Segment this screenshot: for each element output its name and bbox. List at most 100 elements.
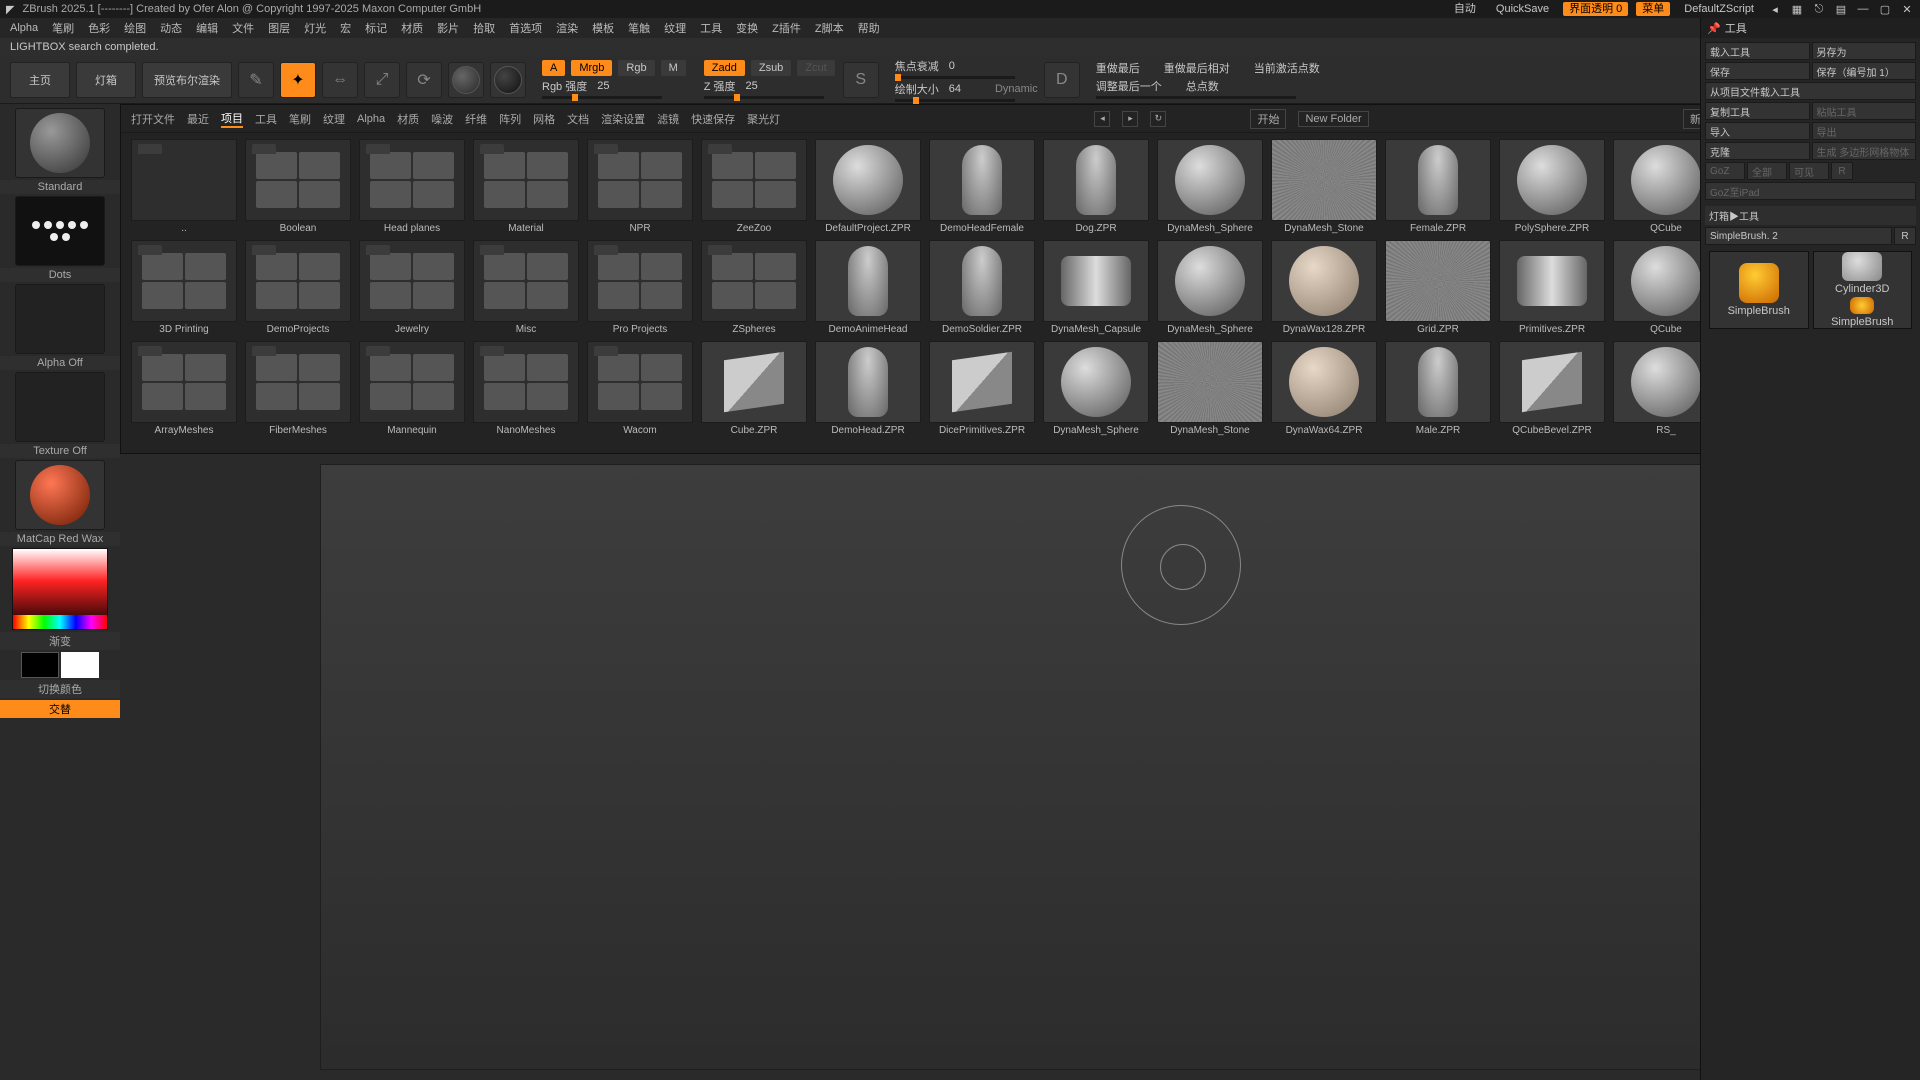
lb-item[interactable]: DynaMesh_Sphere: [1157, 240, 1263, 335]
color-picker[interactable]: [12, 548, 108, 630]
lb-tab-快速保存[interactable]: 快速保存: [691, 111, 735, 127]
lb-item[interactable]: ArrayMeshes: [131, 341, 237, 436]
menu-Z脚本[interactable]: Z脚本: [815, 20, 844, 36]
save-button[interactable]: 保存: [1705, 62, 1810, 80]
zsub-chip[interactable]: Zsub: [751, 60, 791, 76]
caret-left-icon[interactable]: ◂: [1768, 3, 1782, 16]
menu-绘图[interactable]: 绘图: [124, 20, 146, 36]
menu-材质[interactable]: 材质: [401, 20, 423, 36]
lb-tab-渲染设置[interactable]: 渲染设置: [601, 111, 645, 127]
lb-item[interactable]: Pro Projects: [587, 240, 693, 335]
lb-item[interactable]: ZSpheres: [701, 240, 807, 335]
lb-item[interactable]: 3D Printing: [131, 240, 237, 335]
layers-icon[interactable]: ▤: [1834, 3, 1848, 16]
lb-tab-聚光灯[interactable]: 聚光灯: [747, 111, 780, 127]
rgb-chip[interactable]: Rgb: [618, 60, 654, 76]
lb-item[interactable]: QCubeBevel.ZPR: [1499, 341, 1605, 436]
saveinc-button[interactable]: 保存（编号加 1）: [1812, 62, 1917, 80]
menu-灯光[interactable]: 灯光: [304, 20, 326, 36]
menu-图层[interactable]: 图层: [268, 20, 290, 36]
lb-item[interactable]: FiberMeshes: [245, 341, 351, 436]
lb-item[interactable]: DemoHeadFemale: [929, 139, 1035, 234]
lb-tab-纹理[interactable]: 纹理: [323, 111, 345, 127]
lb-item[interactable]: DefaultProject.ZPR: [815, 139, 921, 234]
menu-Alpha[interactable]: Alpha: [10, 22, 38, 34]
lb-tab-纤维[interactable]: 纤维: [465, 111, 487, 127]
lb-tab-打开文件[interactable]: 打开文件: [131, 111, 175, 127]
z-intensity-value[interactable]: 25: [740, 80, 758, 92]
menu-工具[interactable]: 工具: [700, 20, 722, 36]
rgb-intensity-slider[interactable]: [542, 96, 662, 99]
menu-标记[interactable]: 标记: [365, 20, 387, 36]
menu-色彩[interactable]: 色彩: [88, 20, 110, 36]
brush-swatch[interactable]: [15, 108, 105, 178]
color-swatches[interactable]: [21, 652, 99, 678]
zadd-chip[interactable]: Zadd: [704, 60, 745, 76]
lb-tab-材质[interactable]: 材质: [397, 111, 419, 127]
focal-value[interactable]: 0: [943, 60, 955, 72]
lb-item[interactable]: DynaWax128.ZPR: [1271, 240, 1377, 335]
lb-tab-工具[interactable]: 工具: [255, 111, 277, 127]
menu-笔触[interactable]: 笔触: [628, 20, 650, 36]
move-mode-icon[interactable]: ⇔: [322, 62, 358, 98]
home-button[interactable]: 主页: [10, 62, 70, 98]
run-button[interactable]: 开始: [1250, 109, 1286, 129]
z-intensity-slider[interactable]: [704, 96, 824, 99]
alt-label[interactable]: 交替: [0, 700, 120, 718]
menu-变换[interactable]: 变换: [736, 20, 758, 36]
lb-item[interactable]: Primitives.ZPR: [1499, 240, 1605, 335]
copy-tool-button[interactable]: 复制工具: [1705, 102, 1810, 120]
layout-icon[interactable]: ▦: [1790, 3, 1804, 16]
lb-item[interactable]: DynaMesh_Capsule: [1043, 240, 1149, 335]
material-swatch[interactable]: [15, 460, 105, 530]
bpr-button[interactable]: 预览布尔渲染: [142, 62, 232, 98]
lb-item[interactable]: Wacom: [587, 341, 693, 436]
lb-item[interactable]: DynaMesh_Stone: [1157, 341, 1263, 436]
lightbox-tool-section[interactable]: 灯箱▶工具: [1705, 206, 1916, 225]
next-icon[interactable]: ▸: [1122, 111, 1138, 127]
lb-item[interactable]: DynaWax64.ZPR: [1271, 341, 1377, 436]
lb-item[interactable]: NanoMeshes: [473, 341, 579, 436]
lb-item[interactable]: Head planes: [359, 139, 465, 234]
new-folder-button[interactable]: New Folder: [1298, 111, 1368, 127]
goz-visible-button[interactable]: 可见: [1789, 162, 1829, 180]
rgb-intensity-value[interactable]: 25: [591, 80, 609, 92]
goz-r-button[interactable]: R: [1831, 162, 1853, 180]
goz-all-button[interactable]: 全部: [1747, 162, 1787, 180]
lb-item[interactable]: Cube.ZPR: [701, 341, 807, 436]
m-chip[interactable]: M: [661, 60, 686, 76]
minimize-icon[interactable]: —: [1856, 3, 1870, 15]
lb-item[interactable]: Male.ZPR: [1385, 341, 1491, 436]
tool-r-button[interactable]: R: [1894, 227, 1916, 245]
load-from-project-button[interactable]: 从项目文件载入工具: [1705, 82, 1916, 100]
tool-preview-1[interactable]: SimpleBrush: [1709, 251, 1809, 329]
lb-tab-噪波[interactable]: 噪波: [431, 111, 453, 127]
edit-mode-icon[interactable]: ✎: [238, 62, 274, 98]
clone-button[interactable]: 克隆: [1705, 142, 1810, 160]
gizmo-sphere-a-icon[interactable]: [448, 62, 484, 98]
scale-mode-icon[interactable]: ⤢: [364, 62, 400, 98]
loop-icon[interactable]: ↻: [1150, 111, 1166, 127]
undo-slider[interactable]: [1096, 96, 1296, 99]
quicksave-button[interactable]: QuickSave: [1490, 2, 1555, 16]
lb-item[interactable]: DemoHead.ZPR: [815, 341, 921, 436]
menu-动态[interactable]: 动态: [160, 20, 182, 36]
menu-帮助[interactable]: 帮助: [858, 20, 880, 36]
menu-纹理[interactable]: 纹理: [664, 20, 686, 36]
menu-渲染[interactable]: 渲染: [556, 20, 578, 36]
texture-swatch[interactable]: [15, 372, 105, 442]
menu-影片[interactable]: 影片: [437, 20, 459, 36]
lb-item[interactable]: Boolean: [245, 139, 351, 234]
drawsize-value[interactable]: 64: [943, 83, 961, 95]
lb-item[interactable]: Jewelry: [359, 240, 465, 335]
menu-Z插件[interactable]: Z插件: [772, 20, 801, 36]
lb-tab-网格[interactable]: 网格: [533, 111, 555, 127]
menu-toggle-button[interactable]: 菜单: [1636, 2, 1670, 16]
hue-bar[interactable]: [13, 615, 107, 629]
lb-item[interactable]: Material: [473, 139, 579, 234]
rotate-mode-icon[interactable]: ⟳: [406, 62, 442, 98]
gradient-label[interactable]: 渐变: [0, 632, 120, 650]
stroke-swatch[interactable]: [15, 196, 105, 266]
lb-item[interactable]: DemoProjects: [245, 240, 351, 335]
lb-item[interactable]: Dog.ZPR: [1043, 139, 1149, 234]
